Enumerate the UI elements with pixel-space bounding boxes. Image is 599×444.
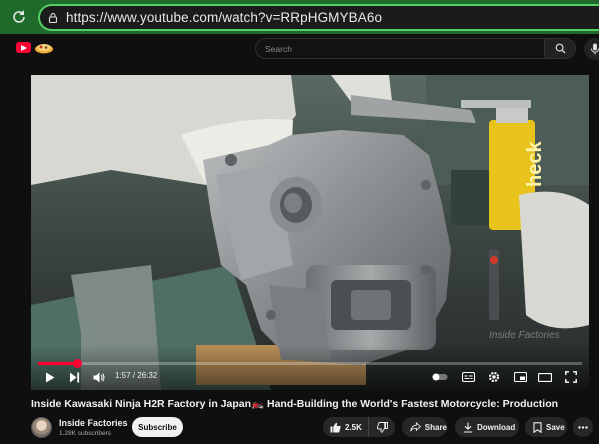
progress-played [38, 362, 78, 365]
lock-icon[interactable] [40, 6, 66, 29]
settings-button[interactable] [485, 368, 503, 386]
address-bar[interactable]: https://www.youtube.com/watch?v=RRpHGMYB… [38, 4, 599, 31]
like-icon [330, 422, 341, 432]
channel-watermark: Inside Factories [489, 330, 560, 341]
doodle-logo[interactable] [33, 39, 55, 55]
controls-gradient [31, 345, 589, 390]
channel-name[interactable]: Inside Factories [59, 418, 128, 428]
reload-icon[interactable] [8, 6, 30, 28]
share-label: Share [424, 422, 447, 432]
autoplay-icon [432, 373, 448, 381]
theater-icon [538, 372, 552, 382]
theater-mode-button[interactable] [536, 368, 554, 386]
like-dislike-group: 2.5K [323, 417, 395, 437]
subtitles-button[interactable] [459, 368, 477, 386]
dislike-button[interactable] [369, 417, 395, 437]
search-input[interactable] [265, 39, 505, 58]
volume-button[interactable] [90, 368, 108, 386]
share-icon [410, 422, 421, 432]
youtube-logo-icon[interactable] [16, 42, 31, 53]
settings-icon [488, 371, 500, 383]
subscribe-button[interactable]: Subscribe [132, 417, 183, 437]
dislike-icon [376, 421, 388, 433]
search-button[interactable] [544, 38, 576, 59]
fullscreen-button[interactable] [562, 368, 580, 386]
time-display: 1:57 / 26:32 [115, 371, 158, 380]
channel-avatar[interactable] [31, 417, 52, 438]
more-actions-button[interactable] [573, 417, 593, 437]
video-title: Inside Kawasaki Ninja H2R Factory in Jap… [31, 398, 559, 410]
download-icon [463, 422, 473, 433]
next-button[interactable] [65, 368, 83, 386]
fullscreen-icon [565, 371, 577, 383]
autoplay-toggle[interactable] [431, 368, 449, 386]
svg-text:heck: heck [524, 141, 546, 187]
next-icon [69, 372, 79, 382]
like-count: 2.5K [345, 422, 362, 432]
download-button[interactable]: Download [455, 417, 519, 437]
voice-search-button[interactable] [584, 38, 599, 60]
video-player[interactable]: heck Inside Factories 1:57 / 26:32 [31, 75, 589, 390]
save-icon [533, 421, 542, 433]
progress-bar[interactable] [38, 359, 582, 368]
url-text[interactable]: https://www.youtube.com/watch?v=RRpHGMYB… [66, 10, 382, 25]
browser-toolbar: https://www.youtube.com/watch?v=RRpHGMYB… [0, 0, 599, 34]
volume-icon [93, 372, 105, 382]
search-icon [555, 43, 565, 54]
miniplayer-icon [513, 372, 527, 382]
download-label: Download [477, 422, 516, 432]
share-button[interactable]: Share [402, 417, 447, 437]
subtitles-icon [461, 372, 475, 382]
save-label: Save [546, 422, 565, 432]
more-icon [578, 425, 588, 429]
search-box[interactable] [255, 38, 544, 59]
miniplayer-button[interactable] [511, 368, 529, 386]
like-button[interactable]: 2.5K [323, 417, 369, 437]
subscriber-count: 1.28K subscribers [59, 430, 112, 437]
play-icon [46, 372, 55, 382]
mic-icon [590, 43, 599, 55]
save-button[interactable]: Save [525, 417, 567, 437]
video-frame: heck [31, 75, 589, 390]
play-button[interactable] [41, 368, 59, 386]
